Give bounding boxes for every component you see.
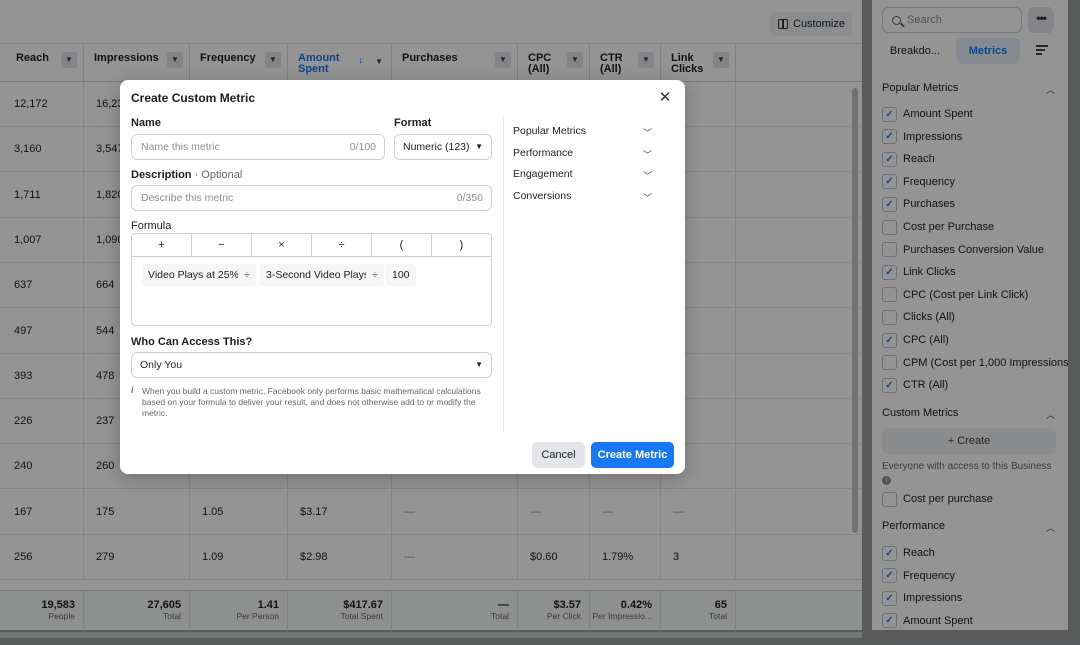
operator-button[interactable]: +	[132, 234, 192, 256]
access-select[interactable]: Only You ▼	[131, 352, 492, 378]
description-label: Description · Optional	[131, 169, 242, 181]
operator-button[interactable]: −	[192, 234, 252, 256]
info-text: When you build a custom metric, Facebook…	[142, 386, 481, 418]
dropdown-caret-icon: ▼	[475, 360, 483, 369]
description-char-count: 0/350	[456, 192, 483, 204]
formula-operators: + − × ÷()	[131, 233, 492, 257]
description-placeholder: Describe this metric	[141, 192, 234, 204]
format-select[interactable]: Numeric (123) ▼	[394, 134, 492, 160]
category-performance[interactable]: Performance	[513, 147, 573, 159]
chevron-down-icon[interactable]: ﹀	[643, 148, 652, 161]
name-label: Name	[131, 117, 161, 129]
formula-editor[interactable]: Video Plays at 25% ÷ 3-Second Video Plays ÷…	[131, 256, 492, 326]
operator-button[interactable]: ÷	[312, 234, 372, 256]
access-value: Only You	[140, 359, 183, 371]
category-engagement[interactable]: Engagement	[513, 168, 573, 180]
chevron-down-icon[interactable]: ﹀	[643, 126, 652, 139]
chevron-down-icon[interactable]: ﹀	[643, 169, 652, 182]
close-icon[interactable]: ✕	[657, 90, 673, 106]
category-conversions[interactable]: Conversions	[513, 190, 571, 202]
description-input[interactable]: Describe this metric 0/350	[131, 185, 492, 211]
create-metric-button[interactable]: Create Metric	[591, 442, 674, 468]
formula-label: Formula	[131, 220, 172, 232]
metric-token[interactable]: 100	[386, 264, 416, 286]
description-label-text: Description	[131, 169, 192, 181]
format-label: Format	[394, 117, 432, 129]
format-value: Numeric (123)	[403, 141, 470, 153]
operator-token[interactable]: ÷	[366, 264, 384, 286]
operator-button[interactable]: (	[372, 234, 432, 256]
create-custom-metric-dialog: Create Custom Metric ✕ Name Name this me…	[120, 80, 685, 474]
operator-button[interactable]: ×	[252, 234, 312, 256]
name-placeholder: Name this metric	[141, 141, 220, 153]
chevron-down-icon[interactable]: ﹀	[643, 191, 652, 204]
metric-token[interactable]: Video Plays at 25%	[142, 264, 245, 286]
dropdown-caret-icon: ▼	[475, 142, 483, 151]
info-icon: i	[131, 385, 134, 395]
name-char-count: 0/100	[349, 141, 376, 153]
category-popular-metrics[interactable]: Popular Metrics	[513, 125, 586, 137]
divider	[503, 116, 504, 432]
metric-token[interactable]: 3-Second Video Plays	[260, 264, 376, 286]
cancel-button[interactable]: Cancel	[532, 442, 585, 468]
operator-token[interactable]: ÷	[238, 264, 256, 286]
optional-tag: · Optional	[191, 169, 243, 181]
name-input[interactable]: Name this metric 0/100	[131, 134, 385, 160]
operator-button[interactable]: )	[432, 234, 491, 256]
dialog-title: Create Custom Metric	[131, 91, 256, 105]
access-label: Who Can Access This?	[131, 336, 253, 348]
